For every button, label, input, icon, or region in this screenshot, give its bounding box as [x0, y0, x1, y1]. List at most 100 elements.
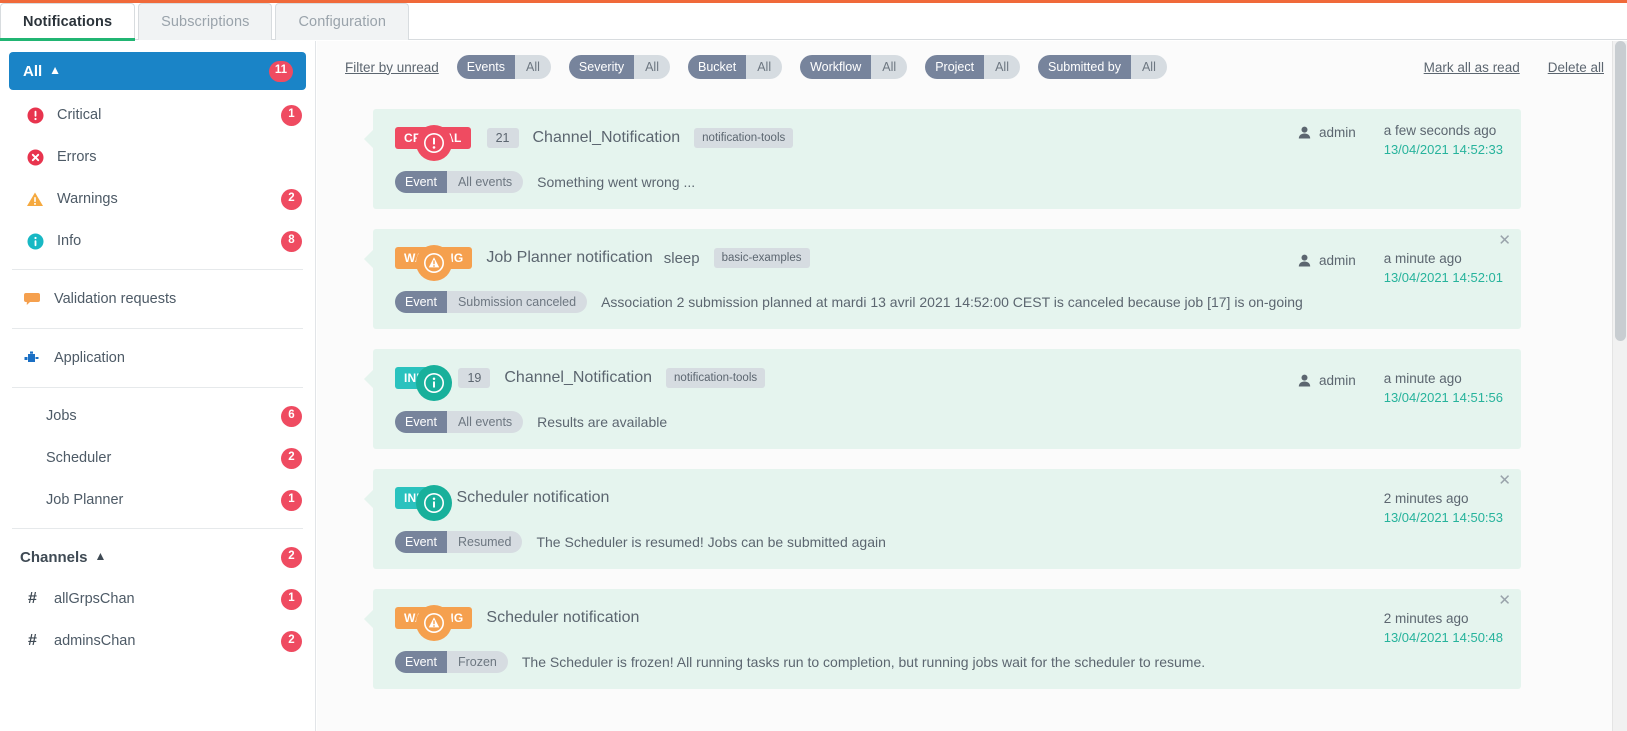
- close-icon[interactable]: ✕: [1498, 473, 1511, 488]
- sidebar-item-info-label: Info: [57, 233, 82, 249]
- sidebar-item-warnings-badge: 2: [281, 188, 302, 210]
- delete-all-link[interactable]: Delete all: [1548, 60, 1604, 75]
- notification-time: a minute ago 13/04/2021 14:51:56: [1384, 371, 1503, 405]
- notification-title: Channel_Notification: [504, 369, 653, 386]
- event-pill-key: Event: [395, 651, 447, 673]
- notification-user-name: admin: [1318, 125, 1356, 140]
- notification-card[interactable]: ✕ WARNING Job Planner notification sleep…: [364, 229, 1521, 329]
- main-panel: Filter by unread Events All Severity All…: [317, 41, 1627, 731]
- notification-card[interactable]: ✕ INFO Scheduler notification 2 minutes …: [364, 469, 1521, 569]
- severity-bubble-info-icon: [416, 485, 452, 521]
- sidebar-severity-list: Critical 1 Errors Warnings 2 Info 8: [0, 94, 315, 262]
- severity-bubble-warning-icon: [416, 605, 452, 641]
- filter-pill-project-value: All: [984, 55, 1020, 79]
- notification-message: The Scheduler is resumed! Jobs can be su…: [536, 534, 886, 550]
- filter-pill-severity-key: Severity: [568, 55, 635, 79]
- chevron-up-icon-channels: ▲: [94, 549, 107, 563]
- notification-item: ✕ WARNING Scheduler notification 2 minut…: [317, 589, 1627, 689]
- sidebar-item-all-badge: 11: [268, 60, 293, 82]
- filter-pill-workflow-key: Workflow: [800, 55, 872, 79]
- event-pill[interactable]: Event Frozen: [395, 651, 508, 673]
- notification-body: Event Resumed The Scheduler is resumed! …: [395, 531, 1503, 553]
- sidebar-item-job-planner[interactable]: Job Planner 1: [0, 479, 315, 521]
- severity-bubble-info-icon: [416, 365, 452, 401]
- filter-pill-workflow[interactable]: Workflow All: [800, 55, 908, 79]
- notification-message: The Scheduler is frozen! All running tas…: [521, 654, 1206, 670]
- filter-pill-project[interactable]: Project All: [925, 55, 1020, 79]
- sidebar-item-application-label: Application: [54, 350, 125, 366]
- filter-pill-bucket-key: Bucket: [687, 55, 747, 79]
- filter-pill-bucket[interactable]: Bucket All: [687, 55, 783, 79]
- notification-relative-time: a few seconds ago: [1383, 123, 1497, 138]
- chevron-up-icon: ▲: [49, 63, 62, 77]
- tab-notifications-label: Notifications: [23, 14, 113, 30]
- filter-bar-actions: Mark all as read Delete all: [1424, 60, 1609, 75]
- vertical-scrollbar[interactable]: [1612, 41, 1627, 731]
- notification-card[interactable]: INFO 19 Channel_Notification notificatio…: [364, 349, 1521, 449]
- filter-pill-submitted-by-value: All: [1130, 55, 1167, 79]
- filter-pill-submitted-by[interactable]: Submitted by All: [1038, 55, 1167, 79]
- tab-notifications[interactable]: Notifications: [0, 3, 136, 41]
- sidebar-item-errors-label: Errors: [57, 149, 97, 165]
- sidebar-item-scheduler[interactable]: Scheduler 2: [0, 437, 315, 479]
- sidebar-item-critical-badge: 1: [281, 104, 302, 126]
- event-pill[interactable]: Event All events: [395, 411, 524, 433]
- scrollbar-thumb[interactable]: [1615, 41, 1626, 341]
- notification-project-chip: notification-tools: [694, 128, 794, 148]
- notifications-page: Notifications Subscriptions Configuratio…: [0, 0, 1627, 731]
- notification-absolute-time: 13/04/2021 14:52:01: [1383, 270, 1503, 285]
- comment-icon: [22, 292, 42, 306]
- sidebar: All ▲ 11 Critical 1 Errors Warnings 2 In…: [0, 41, 316, 731]
- critical-icon: [26, 106, 44, 124]
- sidebar-item-validation-requests-label: Validation requests: [54, 291, 177, 307]
- sidebar-item-jobs[interactable]: Jobs 6: [0, 395, 315, 437]
- close-icon[interactable]: ✕: [1498, 593, 1511, 608]
- filter-by-unread-link[interactable]: Filter by unread: [345, 60, 439, 75]
- notification-user: admin: [1298, 123, 1356, 140]
- notification-meta: admin a minute ago 13/04/2021 14:51:56: [1298, 371, 1503, 405]
- sidebar-section-channels-label: Channels: [20, 548, 88, 566]
- notification-card[interactable]: ✕ WARNING Scheduler notification 2 minut…: [364, 589, 1521, 689]
- tab-configuration[interactable]: Configuration: [275, 3, 410, 40]
- event-pill-value: Frozen: [446, 651, 508, 673]
- sidebar-item-info-badge: 8: [281, 230, 302, 252]
- event-pill-value: All events: [446, 171, 524, 193]
- notification-card[interactable]: CRITICAL 21 Channel_Notification notific…: [364, 109, 1521, 209]
- tab-subscriptions[interactable]: Subscriptions: [138, 3, 273, 40]
- notification-project-chip: basic-examples: [713, 248, 810, 268]
- event-pill[interactable]: Event Submission canceled: [395, 291, 588, 313]
- sidebar-item-application[interactable]: Application: [0, 336, 315, 380]
- sidebar-item-warnings[interactable]: Warnings 2: [0, 178, 315, 220]
- sidebar-item-critical-label: Critical: [57, 107, 102, 123]
- filter-pill-events[interactable]: Events All: [456, 55, 551, 79]
- event-pill-key: Event: [395, 411, 447, 433]
- notification-body: Event Submission canceled Association 2 …: [395, 291, 1503, 313]
- filter-pill-submitted-by-key: Submitted by: [1038, 55, 1131, 79]
- sidebar-item-allgrpschan[interactable]: # allGrpsChan 1: [0, 578, 315, 620]
- notification-message: Something went wrong ...: [537, 174, 696, 190]
- person-icon: [1298, 126, 1311, 139]
- mark-all-as-read-link[interactable]: Mark all as read: [1424, 60, 1520, 75]
- event-pill-value: Submission canceled: [446, 291, 588, 313]
- filter-pill-project-key: Project: [925, 55, 985, 79]
- filter-pill-events-value: All: [515, 55, 551, 79]
- sidebar-item-validation-requests[interactable]: Validation requests: [0, 277, 315, 321]
- notification-title: Scheduler notification: [456, 489, 610, 506]
- sidebar-item-adminschan[interactable]: # adminsChan 2: [0, 620, 315, 662]
- sidebar-item-all[interactable]: All ▲ 11: [9, 52, 306, 90]
- event-pill[interactable]: Event Resumed: [395, 531, 523, 553]
- sidebar-item-all-label: All: [23, 62, 43, 80]
- close-icon[interactable]: ✕: [1498, 233, 1511, 248]
- notification-body: Event All events Results are available: [395, 411, 1503, 433]
- event-pill[interactable]: Event All events: [395, 171, 524, 193]
- sidebar-item-info[interactable]: Info 8: [0, 220, 315, 262]
- filter-pill-severity[interactable]: Severity All: [568, 55, 670, 79]
- person-icon: [1298, 374, 1311, 387]
- sidebar-item-jobs-badge: 6: [281, 405, 302, 427]
- sidebar-section-channels[interactable]: Channels ▲ 2: [0, 536, 315, 578]
- sidebar-item-errors[interactable]: Errors: [0, 136, 315, 178]
- tab-configuration-label: Configuration: [298, 14, 387, 30]
- notification-message: Association 2 submission planned at mard…: [601, 294, 1303, 310]
- sidebar-item-critical[interactable]: Critical 1: [0, 94, 315, 136]
- notification-header: WARNING Scheduler notification: [395, 605, 1503, 631]
